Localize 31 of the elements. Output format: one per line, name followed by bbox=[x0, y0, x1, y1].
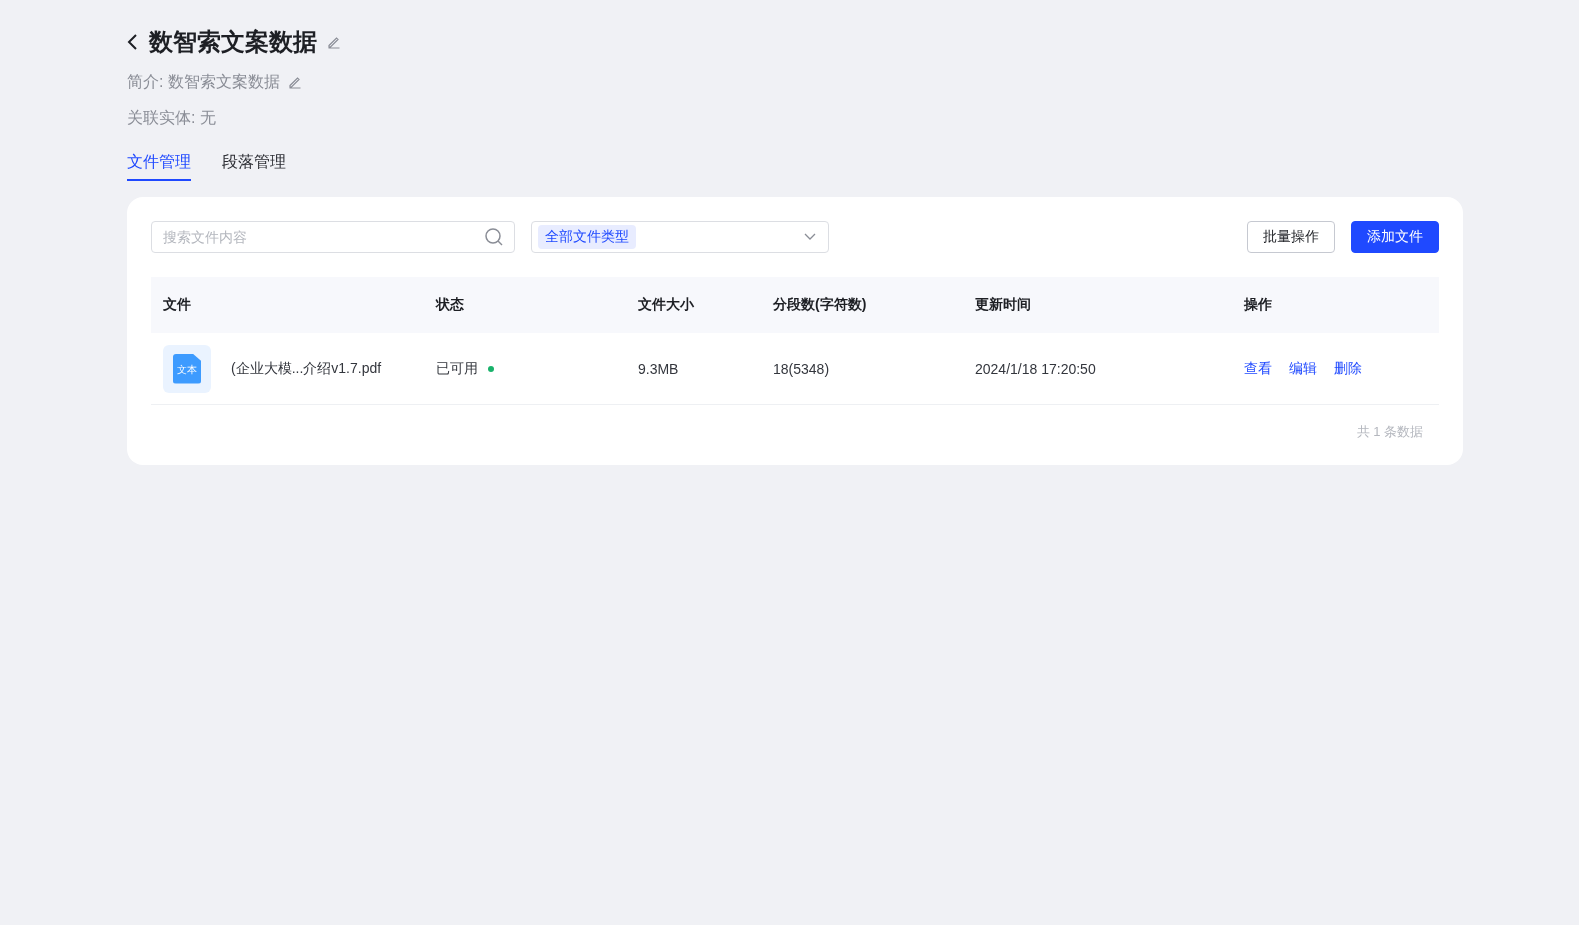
column-header: 文件 bbox=[162, 295, 192, 314]
description-text: 简介: 数智索文案数据 bbox=[127, 71, 280, 92]
page-title: 数智索文案数据 bbox=[149, 27, 317, 57]
entity-text: 关联实体: 无 bbox=[127, 107, 216, 128]
file-name: (企业大模...介绍v1.7.pdf bbox=[231, 359, 382, 378]
tab[interactable]: 文件管理 bbox=[127, 152, 191, 181]
tab[interactable]: 段落管理 bbox=[222, 152, 286, 181]
action-link[interactable]: 删除 bbox=[1334, 359, 1362, 378]
search-icon[interactable] bbox=[484, 227, 504, 247]
filter-tag: 全部文件类型 bbox=[538, 225, 636, 249]
edit-icon[interactable] bbox=[287, 75, 302, 89]
column-header: 文件大小 bbox=[637, 295, 695, 314]
edit-icon[interactable] bbox=[327, 35, 341, 49]
table-cell-text: 9.3MB bbox=[637, 360, 680, 377]
batch-button[interactable]: 批量操作 bbox=[1247, 221, 1335, 253]
add-file-button[interactable]: 添加文件 bbox=[1351, 221, 1439, 253]
status-text: 已可用 bbox=[436, 359, 478, 378]
chevron-down-icon bbox=[804, 233, 816, 241]
document-icon: 文本 bbox=[163, 344, 211, 393]
column-header: 更新时间 bbox=[974, 295, 1032, 314]
column-header: 分段数(字符数) bbox=[772, 295, 868, 314]
table-cell-text: 18(5348) bbox=[772, 360, 831, 377]
column-header: 状态 bbox=[434, 295, 465, 314]
action-link[interactable]: 编辑 bbox=[1289, 359, 1317, 378]
file-type-select[interactable]: 全部文件类型 bbox=[531, 221, 829, 253]
table-cell-text: 2024/1/18 17:20:50 bbox=[974, 360, 1097, 377]
back-icon[interactable] bbox=[127, 33, 139, 51]
total-count: 共 1 条数据 bbox=[1356, 423, 1423, 441]
search-field[interactable]: 搜索文件内容 bbox=[151, 221, 515, 253]
action-link[interactable]: 查看 bbox=[1244, 359, 1272, 378]
column-header: 操作 bbox=[1243, 295, 1273, 314]
